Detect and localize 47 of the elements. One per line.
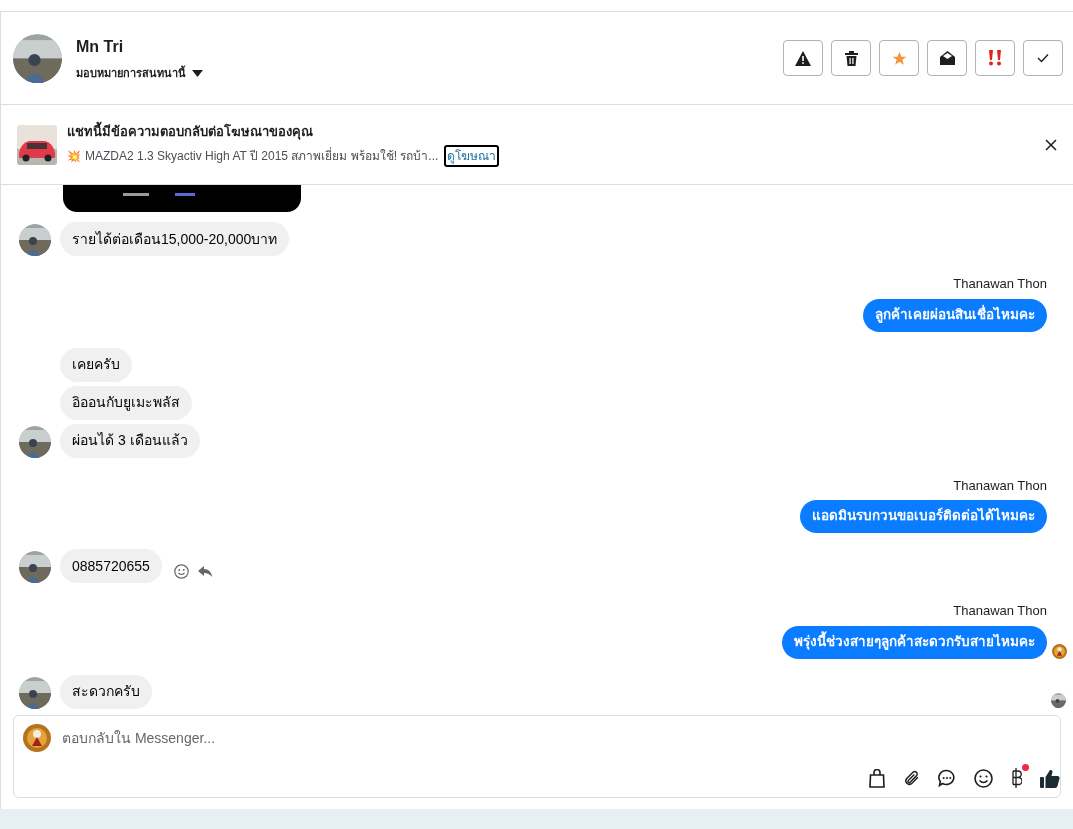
profile-avatar [13,33,62,83]
message-bubble: รายได้ต่อเดือน15,000-20,000บาท [60,222,290,256]
avatar [19,676,51,709]
check-icon [1037,53,1049,63]
contact-name: Mn Tri [76,36,125,57]
thumbs-up-icon[interactable] [1040,768,1060,788]
shopping-bag-icon[interactable] [869,768,885,788]
reply-icon[interactable] [197,566,212,577]
message-bubble: อิออนกับยูเมะพลัส [60,385,192,420]
open-envelope-icon [939,51,955,65]
baht-icon[interactable] [1011,768,1022,788]
burst-emoji: 💥 [67,148,81,164]
trash-icon [844,50,858,66]
check-button[interactable] [1023,40,1063,76]
star-button[interactable] [879,40,919,76]
message-bubble: แอดมินรบกวนขอเบอร์ติดต่อได้ไหมคะ [800,500,1047,533]
assign-dropdown[interactable]: มอบหมายการสนทนานี้ [76,64,203,82]
warning-icon [795,50,811,66]
exclamation-icon [988,50,1002,66]
message-bubble: ลูกค้าเคยผ่อนสินเชื่อไหมคะ [863,298,1047,332]
warning-button[interactable] [783,40,823,76]
seen-avatar [1051,692,1066,708]
star-icon [891,50,907,66]
avatar [19,551,51,583]
avatar [1052,643,1067,659]
view-ad-link[interactable]: ดูโฆษณา [444,144,500,167]
sender-name: Thanawan Thon [953,602,1047,620]
mail-button[interactable] [927,40,967,76]
message-bubble: เคยครับ [60,347,132,382]
message-bubble: 0885720655 [60,549,162,583]
message-bubble: ผ่อนได้ 3 เดือนแล้ว [60,423,200,458]
ad-title: แชทนี้มีข้อความตอบกลับต่อโฆษณาของคุณ [67,122,500,142]
emoji-icon[interactable] [974,768,993,788]
message-bubble: สะดวกครับ [60,674,152,709]
ad-description: MAZDA2 1.3 Skyactiv High AT ปี 2015 สภาพเยี่ยม พร้อมใช้! รถบ้า... [85,146,439,165]
avatar [19,224,51,256]
close-icon [1045,138,1057,151]
paperclip-icon[interactable] [903,769,920,787]
message-bubble: พรุ่งนี้ช่วงสายๆลูกค้าสะดวกรับสายไหมคะ [782,625,1047,659]
sender-name: Thanawan Thon [953,275,1047,293]
caret-icon [192,69,203,77]
chat-bubble-icon[interactable] [938,769,956,787]
avatar [19,425,51,458]
sender-name: Thanawan Thon [953,476,1047,495]
trash-button[interactable] [831,40,871,76]
urgent-button[interactable] [975,40,1015,76]
avatar [23,724,51,752]
